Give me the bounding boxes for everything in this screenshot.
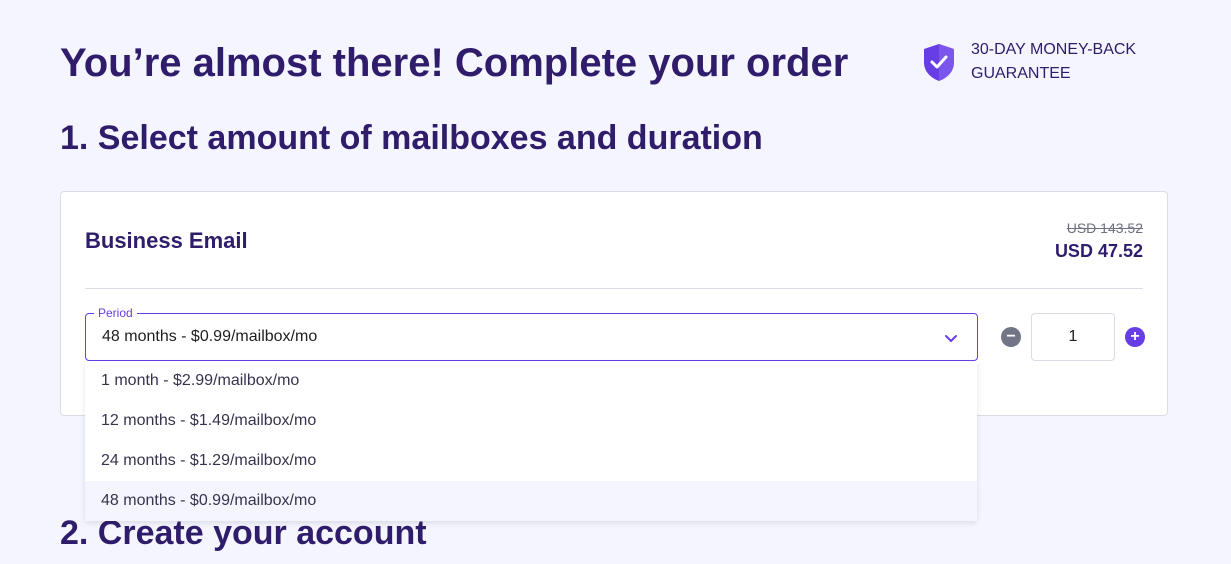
guarantee-line-2: GUARANTEE — [971, 65, 1071, 82]
guarantee-line-1: 30-DAY MONEY-BACK — [971, 41, 1137, 58]
quantity-input[interactable]: 1 — [1031, 313, 1115, 361]
period-select[interactable]: Period 48 months - $0.99/mailbox/mo — [85, 306, 978, 361]
page-title: You’re almost there! Complete your order — [60, 41, 849, 85]
discounted-price: USD 47.52 — [1054, 241, 1143, 261]
decrease-quantity-button[interactable]: − — [1001, 327, 1021, 347]
period-selected-value: 48 months - $0.99/mailbox/mo — [102, 328, 318, 345]
period-label: Period — [94, 306, 137, 320]
divider — [85, 288, 1143, 289]
increase-quantity-button[interactable]: + — [1125, 327, 1145, 347]
product-name: Business Email — [85, 228, 248, 253]
shield-check-icon — [924, 44, 954, 81]
money-back-guarantee: 30-DAY MONEY-BACK GUARANTEE — [922, 38, 1161, 86]
original-price: USD 143.52 — [1066, 220, 1143, 236]
step-1-title: 1. Select amount of mailboxes and durati… — [60, 119, 763, 157]
period-dropdown-menu: 1 month - $2.99/mailbox/mo 12 months - $… — [85, 361, 977, 521]
guarantee-text: 30-DAY MONEY-BACK GUARANTEE — [971, 38, 1161, 86]
period-option-24-months[interactable]: 24 months - $1.29/mailbox/mo — [85, 441, 977, 481]
period-option-12-months[interactable]: 12 months - $1.49/mailbox/mo — [85, 401, 977, 441]
period-option-1-month[interactable]: 1 month - $2.99/mailbox/mo — [85, 361, 977, 401]
chevron-down-icon — [945, 335, 957, 342]
period-option-48-months[interactable]: 48 months - $0.99/mailbox/mo — [85, 481, 977, 521]
